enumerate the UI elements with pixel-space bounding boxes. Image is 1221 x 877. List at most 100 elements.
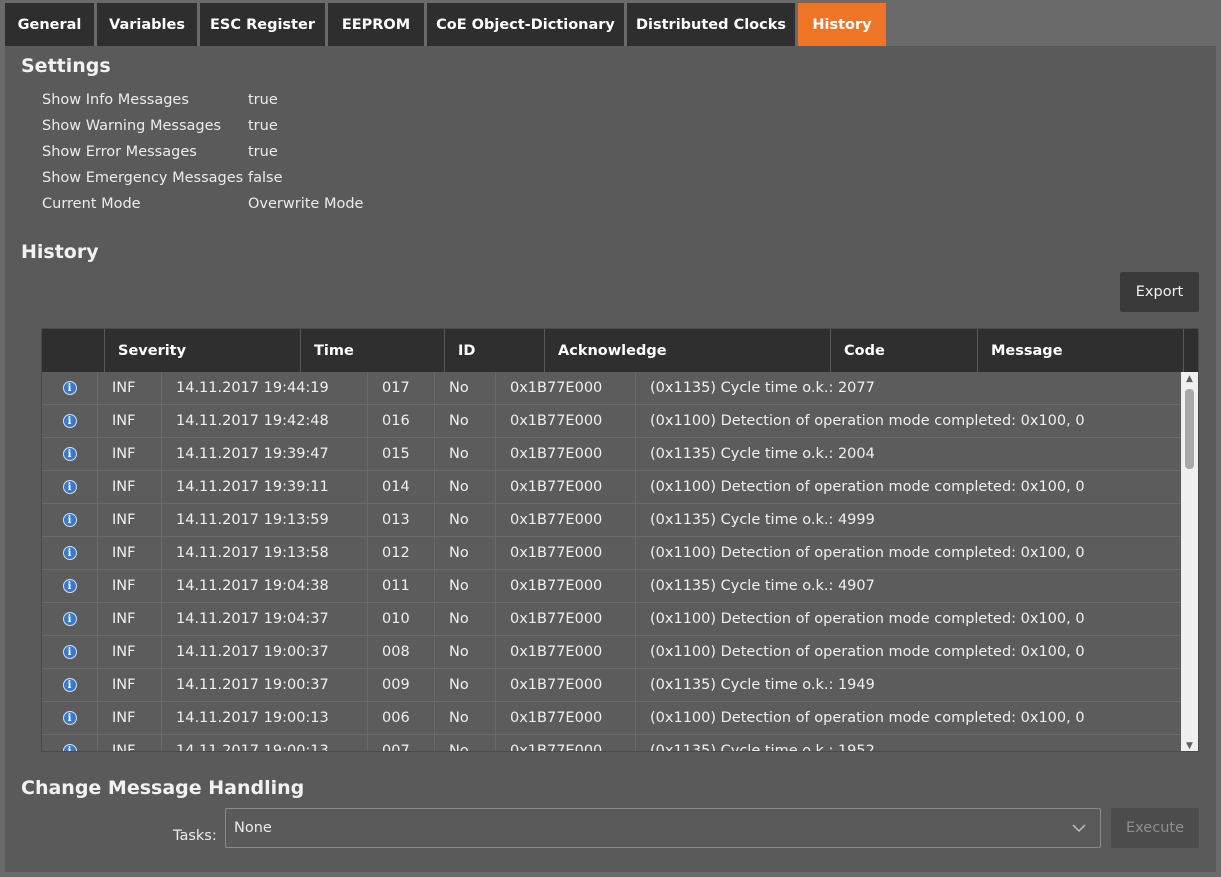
- execute-button[interactable]: Execute: [1111, 808, 1199, 848]
- tab-esc-register[interactable]: ESC Register: [200, 3, 325, 46]
- ack-cell: No: [435, 372, 496, 404]
- severity-cell: INF: [98, 438, 162, 470]
- table-row[interactable]: i INF 14.11.2017 19:13:59 013 No 0x1B77E…: [42, 504, 1183, 537]
- info-icon: i: [62, 678, 77, 692]
- id-cell: 012: [368, 537, 435, 569]
- tab-history[interactable]: History: [798, 3, 886, 46]
- severity-cell: INF: [98, 669, 162, 701]
- tab-general[interactable]: General: [5, 3, 94, 46]
- time-cell: 14.11.2017 19:00:13: [162, 735, 368, 751]
- scroll-up-arrow-icon[interactable]: ▲: [1181, 372, 1198, 386]
- code-cell: 0x1B77E000: [496, 669, 636, 701]
- code-cell: 0x1B77E000: [496, 438, 636, 470]
- message-cell: (0x1100) Detection of operation mode com…: [636, 636, 1183, 668]
- settings-row-warning: Show Warning Messages true: [42, 113, 278, 139]
- tab-eeprom[interactable]: EEPROM: [328, 3, 424, 46]
- settings-value: false: [248, 170, 283, 186]
- tab-coe-object-dictionary[interactable]: CoE Object-Dictionary: [427, 3, 624, 46]
- time-cell: 14.11.2017 19:13:59: [162, 504, 368, 536]
- code-cell: 0x1B77E000: [496, 372, 636, 404]
- column-header-code[interactable]: Code: [831, 329, 978, 372]
- column-header-acknowledge[interactable]: Acknowledge: [545, 329, 831, 372]
- ack-cell: No: [435, 735, 496, 751]
- table-scrollbar[interactable]: ▲ ▼: [1181, 372, 1198, 751]
- table-header: Severity Time ID Acknowledge Code Messag…: [42, 329, 1198, 372]
- info-icon: i: [62, 480, 77, 494]
- settings-row-info: Show Info Messages true: [42, 87, 278, 113]
- table-row[interactable]: i INF 14.11.2017 19:04:38 011 No 0x1B77E…: [42, 570, 1183, 603]
- table-row[interactable]: i INF 14.11.2017 19:04:37 010 No 0x1B77E…: [42, 603, 1183, 636]
- ack-cell: No: [435, 438, 496, 470]
- id-cell: 016: [368, 405, 435, 437]
- message-cell: (0x1135) Cycle time o.k.: 1952: [636, 735, 1183, 751]
- column-header-severity[interactable]: Severity: [105, 329, 301, 372]
- message-cell: (0x1135) Cycle time o.k.: 2077: [636, 372, 1183, 404]
- info-icon: i: [62, 711, 77, 725]
- tasks-select[interactable]: None: [225, 808, 1101, 848]
- message-cell: (0x1135) Cycle time o.k.: 4907: [636, 570, 1183, 602]
- table-row[interactable]: i INF 14.11.2017 19:00:37 009 No 0x1B77E…: [42, 669, 1183, 702]
- settings-value: true: [248, 92, 278, 108]
- id-cell: 017: [368, 372, 435, 404]
- id-cell: 014: [368, 471, 435, 503]
- message-cell: (0x1135) Cycle time o.k.: 4999: [636, 504, 1183, 536]
- id-cell: 010: [368, 603, 435, 635]
- settings-label: Show Warning Messages: [42, 118, 222, 134]
- settings-title: Settings: [21, 55, 111, 77]
- code-cell: 0x1B77E000: [496, 603, 636, 635]
- table-row[interactable]: i INF 14.11.2017 19:13:58 012 No 0x1B77E…: [42, 537, 1183, 570]
- settings-label: Show Error Messages: [42, 144, 197, 160]
- table-row[interactable]: i INF 14.11.2017 19:00:37 008 No 0x1B77E…: [42, 636, 1183, 669]
- id-cell: 007: [368, 735, 435, 751]
- scroll-down-arrow-icon[interactable]: ▼: [1181, 739, 1198, 751]
- table-row[interactable]: i INF 14.11.2017 19:39:47 015 No 0x1B77E…: [42, 438, 1183, 471]
- id-cell: 015: [368, 438, 435, 470]
- column-header-id[interactable]: ID: [445, 329, 545, 372]
- settings-label: Current Mode: [42, 196, 141, 212]
- ack-cell: No: [435, 405, 496, 437]
- ack-cell: No: [435, 603, 496, 635]
- settings-label: Show Emergency Messages: [42, 170, 244, 186]
- severity-cell: INF: [98, 570, 162, 602]
- column-header-message[interactable]: Message: [978, 329, 1184, 372]
- code-cell: 0x1B77E000: [496, 471, 636, 503]
- table-body: i INF 14.11.2017 19:44:19 017 No 0x1B77E…: [42, 372, 1183, 751]
- id-cell: 006: [368, 702, 435, 734]
- table-row[interactable]: i INF 14.11.2017 19:42:48 016 No 0x1B77E…: [42, 405, 1183, 438]
- table-row[interactable]: i INF 14.11.2017 19:39:11 014 No 0x1B77E…: [42, 471, 1183, 504]
- time-cell: 14.11.2017 19:13:58: [162, 537, 368, 569]
- message-cell: (0x1100) Detection of operation mode com…: [636, 405, 1183, 437]
- ack-cell: No: [435, 702, 496, 734]
- column-header-time[interactable]: Time: [301, 329, 445, 372]
- export-button[interactable]: Export: [1120, 272, 1199, 312]
- code-cell: 0x1B77E000: [496, 702, 636, 734]
- ack-cell: No: [435, 537, 496, 569]
- info-icon: i: [62, 447, 77, 461]
- message-cell: (0x1100) Detection of operation mode com…: [636, 603, 1183, 635]
- time-cell: 14.11.2017 19:00:37: [162, 636, 368, 668]
- severity-cell: INF: [98, 735, 162, 751]
- tab-variables[interactable]: Variables: [97, 3, 197, 46]
- severity-cell: INF: [98, 471, 162, 503]
- settings-row-error: Show Error Messages true: [42, 139, 278, 165]
- time-cell: 14.11.2017 19:00:13: [162, 702, 368, 734]
- message-cell: (0x1100) Detection of operation mode com…: [636, 471, 1183, 503]
- column-header-icon[interactable]: [42, 329, 105, 372]
- tasks-label: Tasks:: [173, 828, 217, 844]
- ack-cell: No: [435, 570, 496, 602]
- ack-cell: No: [435, 471, 496, 503]
- severity-cell: INF: [98, 405, 162, 437]
- info-icon: i: [62, 546, 77, 560]
- time-cell: 14.11.2017 19:44:19: [162, 372, 368, 404]
- table-row[interactable]: i INF 14.11.2017 19:00:13 006 No 0x1B77E…: [42, 702, 1183, 735]
- table-row[interactable]: i INF 14.11.2017 19:00:13 007 No 0x1B77E…: [42, 735, 1183, 751]
- time-cell: 14.11.2017 19:39:11: [162, 471, 368, 503]
- scroll-thumb[interactable]: [1185, 389, 1194, 469]
- id-cell: 013: [368, 504, 435, 536]
- time-cell: 14.11.2017 19:04:37: [162, 603, 368, 635]
- tab-distributed-clocks[interactable]: Distributed Clocks: [627, 3, 795, 46]
- id-cell: 008: [368, 636, 435, 668]
- table-row[interactable]: i INF 14.11.2017 19:44:19 017 No 0x1B77E…: [42, 372, 1183, 405]
- code-cell: 0x1B77E000: [496, 405, 636, 437]
- settings-value: Overwrite Mode: [248, 196, 364, 212]
